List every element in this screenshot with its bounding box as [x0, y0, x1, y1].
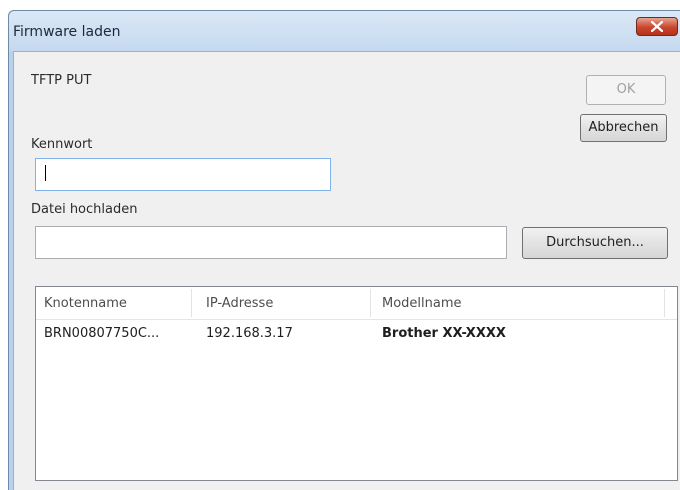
window-title: Firmware laden [13, 24, 121, 40]
column-header-node-name[interactable]: Knotenname [36, 287, 191, 319]
column-header-model-name[interactable]: Modellname [374, 287, 664, 319]
upload-file-field[interactable] [35, 226, 507, 259]
title-bar[interactable]: Firmware laden [9, 11, 680, 51]
cell-node-name: BRN00807750C... [44, 326, 160, 341]
close-button[interactable] [636, 17, 678, 36]
cell-ip-address: 192.168.3.17 [206, 326, 293, 341]
table-row[interactable]: BRN00807750C... 192.168.3.17 Brother XX-… [36, 319, 677, 349]
column-header-ip-address[interactable]: IP-Adresse [198, 287, 370, 319]
browse-button[interactable]: Durchsuchen... [522, 227, 668, 259]
upload-label: Datei hochladen [31, 202, 138, 217]
close-icon [651, 21, 663, 32]
list-header: Knotenname IP-Adresse Modellname [36, 287, 677, 320]
dialog-body: TFTP PUT OK Abbrechen Kennwort Datei hoc… [13, 51, 680, 490]
ok-button[interactable]: OK [586, 75, 666, 105]
cell-model-name: Brother XX-XXXX [382, 326, 506, 341]
dialog-window: Firmware laden TFTP PUT OK Abbrechen Ken… [8, 10, 680, 490]
device-list[interactable]: Knotenname IP-Adresse Modellname BRN0080… [35, 286, 678, 481]
column-divider[interactable] [664, 289, 665, 317]
column-divider[interactable] [191, 289, 192, 317]
protocol-label: TFTP PUT [31, 73, 92, 88]
column-divider[interactable] [370, 289, 371, 317]
cancel-button[interactable]: Abbrechen [580, 114, 667, 142]
password-field[interactable] [35, 158, 331, 191]
password-label: Kennwort [31, 137, 93, 152]
text-caret [45, 165, 46, 181]
